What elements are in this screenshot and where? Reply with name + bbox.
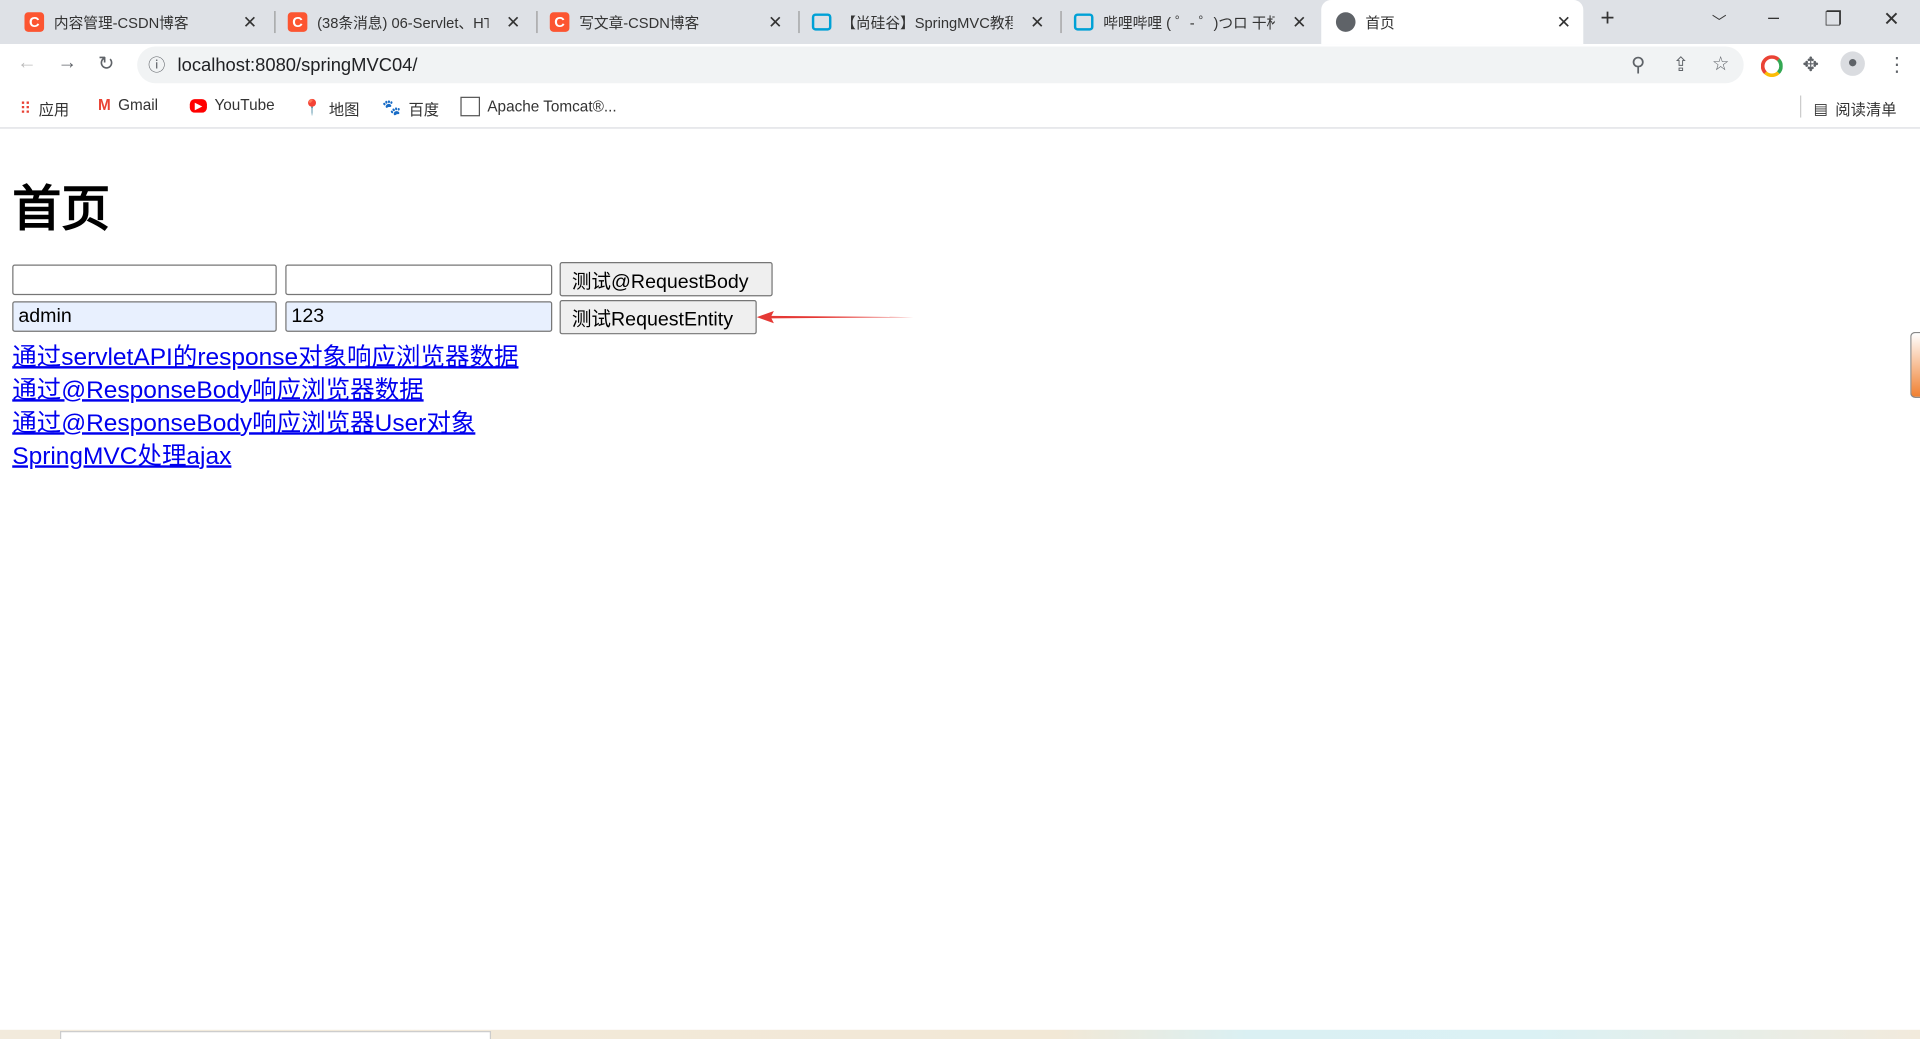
csdn-icon: C [24, 12, 45, 32]
bookmark-label: 应用 [38, 101, 70, 119]
csdn-icon: C [287, 12, 308, 32]
reading-list-label: 阅读清单 [1835, 101, 1897, 119]
close-icon[interactable]: ✕ [1557, 12, 1571, 33]
bookmark-tomcat[interactable]: Apache Tomcat®... [460, 96, 617, 117]
apps-grid-icon: ⠿ [19, 98, 32, 117]
new-tab-button[interactable]: + [1600, 5, 1614, 33]
restore-button[interactable]: ❐ [1825, 7, 1843, 31]
share-icon[interactable]: ⇪ [1673, 53, 1689, 77]
bookmark-gmail[interactable]: M Gmail [98, 97, 158, 114]
globe-icon [1335, 12, 1356, 32]
bookmark-star-icon[interactable]: ☆ [1712, 51, 1730, 75]
reading-list-icon: ▤ [1813, 100, 1828, 118]
tab-search-chevron-icon[interactable]: ﹀ [1712, 11, 1727, 32]
bookmarks-bar: ⠿ 应用 M Gmail ▶ YouTube 📍 地图 🐾 百度 Apache Tomca… [0, 86, 1920, 129]
tab-bilibili-home[interactable]: 哔哩哔哩 ( ゜- ゜)つロ 干杯 ✕ [1049, 0, 1318, 44]
youtube-icon: ▶ [189, 98, 208, 113]
bookmark-maps[interactable]: 📍 地图 [302, 97, 359, 120]
address-bar[interactable]: ⓘ localhost:8080/springMVC04/ ⚲ ⇪ ☆ [137, 46, 1744, 84]
link-springmvc-ajax[interactable]: SpringMVC处理ajax [12, 436, 231, 472]
requestentity-password-input[interactable] [285, 301, 553, 332]
menu-kebab-icon[interactable]: ⋮ [1887, 53, 1907, 77]
tab-csdn-content[interactable]: C 内容管理-CSDN博客 ✕ [0, 0, 269, 44]
csdn-icon: C [549, 12, 570, 32]
bookmark-label: 地图 [328, 101, 360, 119]
requestbody-username-input[interactable] [12, 264, 277, 296]
close-icon[interactable]: ✕ [768, 12, 782, 33]
minimize-button[interactable]: – [1768, 7, 1779, 29]
bookmark-apps[interactable]: ⠿ 应用 [20, 97, 70, 120]
info-icon[interactable]: ⓘ [148, 53, 165, 77]
bookmark-baidu[interactable]: 🐾 百度 [382, 97, 439, 120]
close-icon[interactable]: ✕ [243, 12, 257, 33]
bilibili-icon [1073, 13, 1094, 31]
tab-title: 内容管理-CSDN博客 [53, 14, 189, 32]
tab-title: 【尚硅谷】SpringMVC教程 [841, 14, 1013, 32]
forward-icon[interactable]: → [58, 53, 78, 75]
gmail-icon: M [97, 96, 111, 114]
close-icon[interactable]: ✕ [1292, 12, 1306, 33]
profile-avatar-icon[interactable]: ● [1840, 51, 1865, 76]
tab-csdn-write[interactable]: C 写文章-CSDN博客 ✕ [525, 0, 794, 44]
bilibili-icon [811, 13, 832, 31]
reload-icon[interactable]: ↻ [98, 51, 114, 75]
bookmark-label: 百度 [408, 101, 440, 119]
tab-title: 首页 [1365, 14, 1395, 32]
zoom-icon[interactable]: ⚲ [1631, 53, 1645, 77]
tab-title: 写文章-CSDN博客 [579, 14, 700, 32]
back-icon[interactable]: ← [17, 53, 37, 75]
tomcat-icon [460, 96, 481, 117]
close-icon[interactable]: ✕ [1030, 12, 1044, 33]
extension-chrome-icon[interactable] [1760, 55, 1783, 78]
test-requestentity-button[interactable]: 测试RequestEntity [559, 300, 757, 335]
tab-title: 哔哩哔哩 ( ゜- ゜)つロ 干杯 [1103, 14, 1275, 32]
baidu-paw-icon: 🐾 [382, 99, 402, 117]
bookmark-label: Gmail [118, 96, 159, 114]
maps-pin-icon: 📍 [302, 99, 322, 117]
page-title: 首页 [12, 181, 111, 238]
reading-list-button[interactable]: ▤ 阅读清单 [1813, 97, 1896, 120]
link-servlet-response[interactable]: 通过servletAPI的response对象响应浏览器数据 [12, 337, 518, 373]
tab-csdn-messages[interactable]: C (38条消息) 06-Servlet、HT ✕ [263, 0, 532, 44]
browser-toolbar: ← → ↻ ⓘ localhost:8080/springMVC04/ ⚲ ⇪ … [0, 44, 1920, 86]
bookmark-label: Apache Tomcat®... [487, 97, 617, 116]
tab-bilibili-springmvc[interactable]: 【尚硅谷】SpringMVC教程 ✕ [787, 0, 1056, 44]
bookmark-youtube[interactable]: ▶ YouTube [189, 96, 275, 114]
tab-title: (38条消息) 06-Servlet、HT [317, 14, 489, 32]
link-responsebody-user[interactable]: 通过@ResponseBody响应浏览器User对象 [12, 403, 475, 439]
requestbody-password-input[interactable] [285, 264, 553, 296]
bookmark-label: YouTube [214, 96, 275, 114]
requestentity-username-input[interactable] [12, 301, 277, 332]
tab-home-active[interactable]: 首页 ✕ [1321, 0, 1584, 45]
close-window-button[interactable]: ✕ [1883, 7, 1899, 31]
annotation-arrow-icon [756, 311, 914, 324]
tab-strip: C 内容管理-CSDN博客 ✕ C (38条消息) 06-Servlet、HT ✕ C写… [0, 0, 1920, 45]
taskbar [0, 1029, 1920, 1039]
page-content: 首页 测试@RequestBody 测试RequestEntity 通过serv… [0, 129, 1920, 1030]
side-scroll-handle[interactable] [1910, 331, 1920, 398]
close-icon[interactable]: ✕ [506, 12, 520, 33]
test-requestbody-button[interactable]: 测试@RequestBody [559, 262, 773, 297]
link-responsebody-data[interactable]: 通过@ResponseBody响应浏览器数据 [12, 370, 423, 406]
url-text[interactable]: localhost:8080/springMVC04/ [178, 55, 418, 76]
extensions-puzzle-icon[interactable]: ✥ [1802, 53, 1818, 77]
